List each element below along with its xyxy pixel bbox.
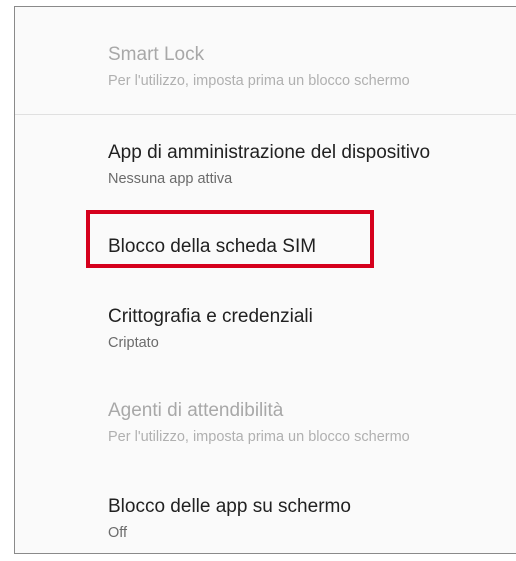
setting-title: Crittografia e credenziali (108, 306, 313, 327)
setting-sim-card-lock[interactable]: Blocco della scheda SIM (108, 235, 516, 259)
setting-title: Blocco della scheda SIM (108, 236, 317, 257)
setting-device-admin-apps[interactable]: App di amministrazione del dispositivo N… (108, 141, 516, 189)
setting-encryption-credentials[interactable]: Crittografia e credenziali Criptato (108, 305, 516, 353)
setting-summary: Off (108, 525, 128, 541)
setting-screen-pinning[interactable]: Blocco delle app su schermo Off (108, 495, 516, 543)
setting-title: App di amministrazione del dispositivo (108, 142, 431, 163)
setting-summary: Criptato (108, 335, 159, 351)
setting-summary: Per l'utilizzo, imposta prima un blocco … (108, 73, 410, 89)
setting-title: Smart Lock (108, 44, 205, 65)
setting-summary: Nessuna app attiva (108, 171, 233, 187)
setting-smart-lock: Smart Lock Per l'utilizzo, imposta prima… (108, 43, 516, 91)
setting-summary: Per l'utilizzo, imposta prima un blocco … (108, 429, 410, 445)
setting-trust-agents: Agenti di attendibilità Per l'utilizzo, … (108, 399, 516, 447)
settings-screen: Smart Lock Per l'utilizzo, imposta prima… (14, 6, 516, 554)
setting-title: Blocco delle app su schermo (108, 496, 351, 517)
setting-title: Agenti di attendibilità (108, 400, 284, 421)
divider (15, 114, 516, 115)
